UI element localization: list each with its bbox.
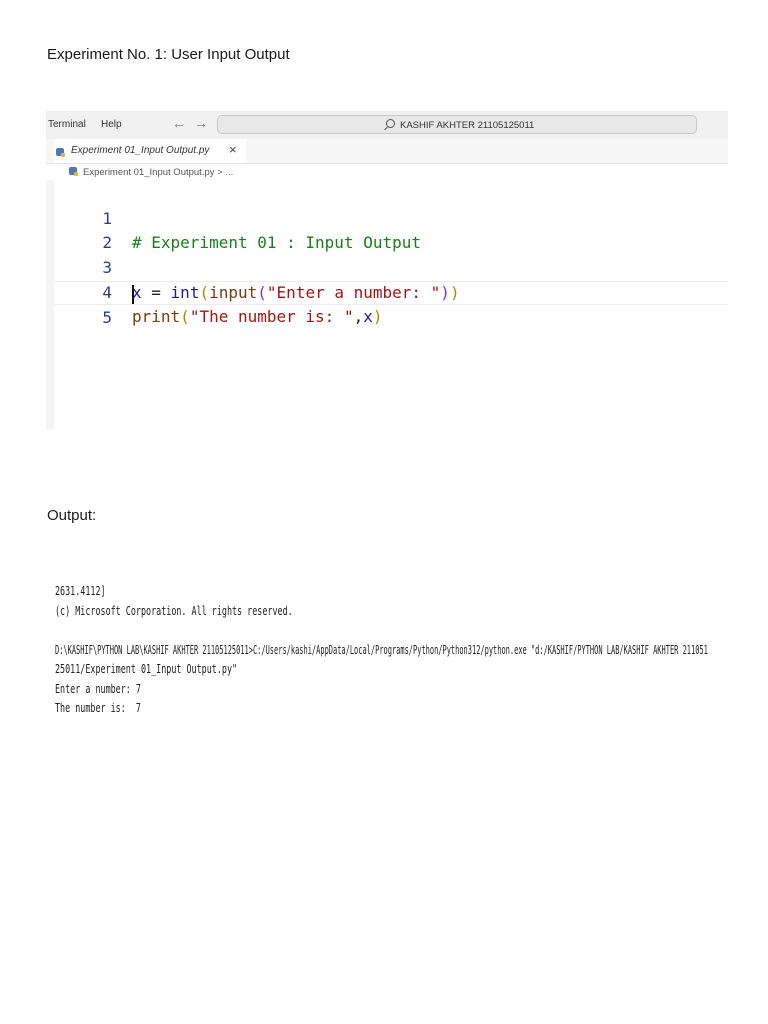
breadcrumb-text: Experiment 01_Input Output.py > ... [83, 167, 234, 178]
forward-arrow-icon[interactable]: → [194, 115, 208, 131]
line-number: 5 [102, 308, 112, 328]
code-line: 4 print("The number is: ",x) [46, 256, 728, 327]
code-line: 2 [46, 207, 728, 252]
text-cursor [132, 284, 134, 304]
output-heading: Output: [47, 507, 97, 524]
code-line: 3 x = int(input("Enter a number: ")) [46, 231, 728, 302]
menu-terminal[interactable]: Terminal [48, 119, 86, 130]
editor-tab[interactable]: Experiment 01_Input Output.py × [54, 139, 246, 163]
document-title: Experiment No. 1: User Input Output [47, 46, 290, 63]
search-text: KASHIF AKHTER 21105125011 [400, 120, 535, 131]
console-output: 2631.4112] (c) Microsoft Corporation. Al… [55, 582, 755, 719]
code-variable: x [363, 307, 373, 327]
console-line: D:\KASHIF\PYTHON LAB\KASHIF AKHTER 21105… [55, 642, 708, 657]
editor-tab-bar: Experiment 01_Input Output.py × [46, 139, 728, 164]
code-editor-screenshot: Terminal Help ← → KASHIF AKHTER 21105125… [46, 111, 728, 429]
code-operator: , [353, 307, 364, 327]
python-file-icon [69, 167, 78, 176]
title-bar: Terminal Help ← → KASHIF AKHTER 21105125… [46, 111, 728, 139]
console-line: (c) Microsoft Corporation. All rights re… [55, 603, 293, 618]
close-icon[interactable]: × [229, 142, 237, 157]
console-line: The number is: 7 [55, 701, 141, 715]
code-line: 1 # Experiment 01 : Input Output [46, 182, 728, 253]
code-function: print [132, 307, 181, 327]
console-line: Enter a number: 7 [55, 681, 141, 696]
editor-gutter-edge [46, 180, 54, 430]
code-paren: ( [180, 307, 190, 327]
search-icon [386, 119, 395, 128]
code-area[interactable]: 1 # Experiment 01 : Input Output 2 3 x =… [46, 182, 728, 327]
console-line: 25011/Experiment 01_Input Output.py" [55, 662, 238, 676]
code-paren: ) [372, 307, 383, 327]
tab-label: Experiment 01_Input Output.py [71, 145, 210, 156]
console-line: 2631.4112] [55, 584, 106, 598]
code-line-active: 5 [46, 280, 728, 327]
code-string: "The number is: " [189, 307, 354, 327]
command-center-search[interactable]: KASHIF AKHTER 21105125011 [217, 115, 697, 134]
python-file-icon [56, 148, 65, 157]
menu-help[interactable]: Help [101, 119, 122, 130]
breadcrumb[interactable]: Experiment 01_Input Output.py > ... [69, 167, 233, 178]
back-arrow-icon[interactable]: ← [172, 115, 186, 131]
